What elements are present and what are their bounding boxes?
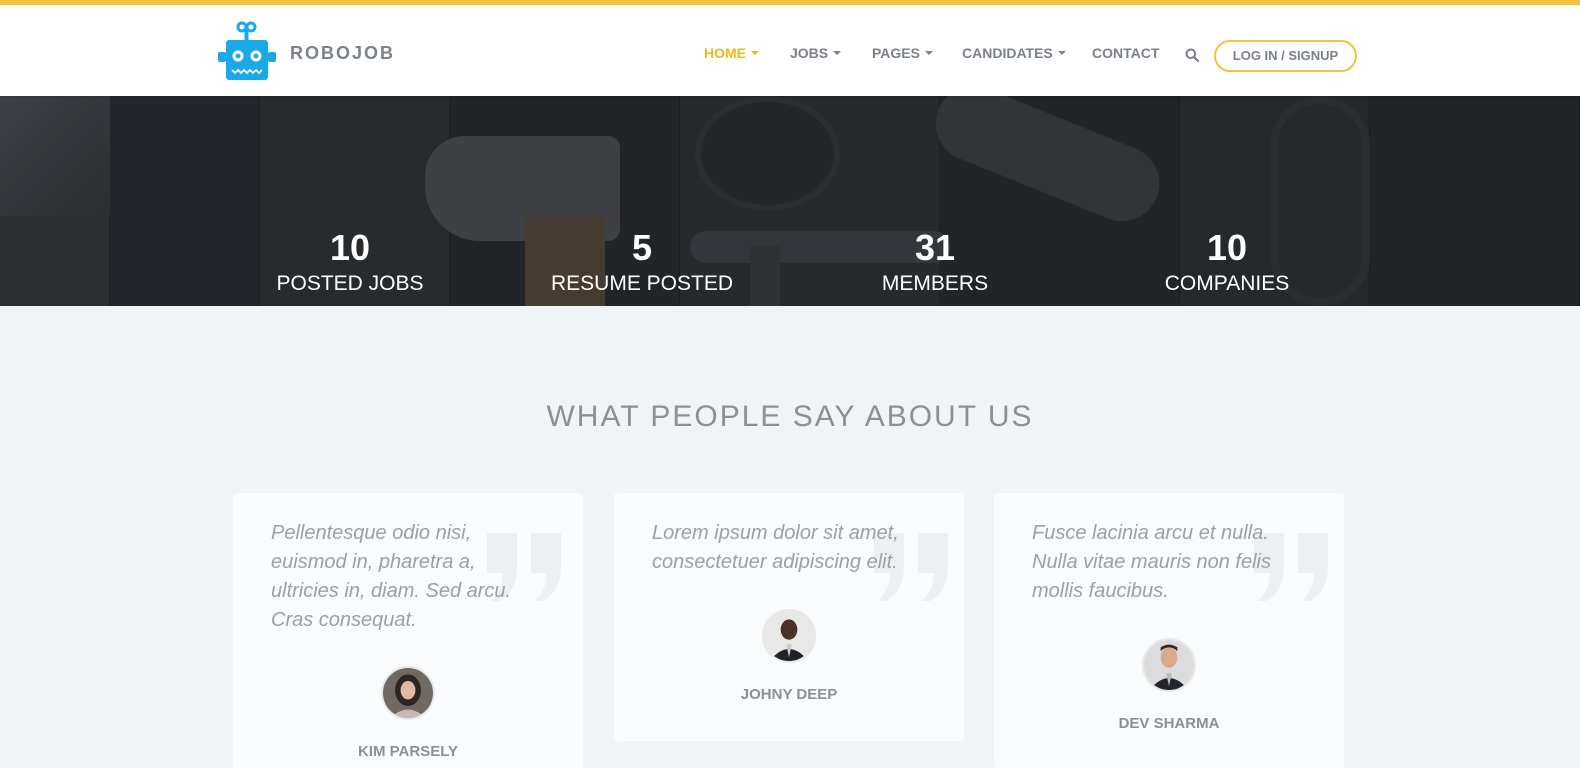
nav-item-pages-label: PAGES [872,45,920,61]
stat-value: 10 [329,227,371,268]
stat-value: 5 [631,227,653,268]
stat-label: MEMBERS [881,272,989,295]
testimonial-card: Pellentesque odio nisi, euismod in, phar… [233,493,583,768]
testimonial-quote: Fusce lacinia arcu et nulla. Nulla vitae… [1032,522,1271,602]
nav-item-home[interactable]: HOME [704,45,759,61]
stat-label: POSTED JOBS [276,272,424,295]
chevron-down-icon [751,51,759,56]
stats-banner: 10 POSTED JOBS 5 RESUME POSTED 31 MEMBER… [0,96,1580,306]
testimonial-card: Lorem ipsum dolor sit amet, consectetuer… [614,493,964,741]
chevron-down-icon [924,51,933,56]
stat-label: RESUME POSTED [550,272,734,295]
stat-members: 31 MEMBERS [825,226,1045,298]
person-name: KIM PARSELY [357,743,459,760]
nav-item-candidates-label: CANDIDATES [962,45,1053,61]
testimonial-quote: Pellentesque odio nisi, euismod in, phar… [271,522,512,631]
nav-item-contact-label: CONTACT [1092,45,1160,61]
nav-item-pages[interactable]: PAGES [872,45,933,61]
stat-value: 10 [1206,227,1248,268]
stat-posted-jobs: 10 POSTED JOBS [240,226,460,298]
search-icon[interactable] [1185,48,1199,62]
chevron-down-icon [833,51,842,56]
person-name: JOHNY DEEP [740,686,838,703]
testimonial-card: Fusce lacinia arcu et nulla. Nulla vitae… [994,493,1344,768]
avatar [762,609,816,663]
nav-item-home-label: HOME [704,45,746,61]
stat-value: 31 [914,227,956,268]
login-signup-button[interactable]: LOG IN / SIGNUP [1214,40,1357,72]
brand-name[interactable]: ROBOJOB [290,43,395,64]
testimonial-quote: Lorem ipsum dolor sit amet, consectetuer… [652,522,899,573]
nav-item-contact[interactable]: CONTACT [1092,45,1159,61]
stat-label: COMPANIES [1164,272,1290,295]
chevron-down-icon [1057,51,1066,56]
avatar [381,666,435,720]
site-header: ROBOJOB HOME JOBS PAGES CANDIDATES CONTA… [0,0,1580,96]
stat-companies: 10 COMPANIES [1117,226,1337,298]
nav-item-jobs-label: JOBS [790,45,829,61]
person-name: DEV SHARMA [1118,715,1220,732]
nav-item-candidates[interactable]: CANDIDATES [962,45,1066,61]
nav-item-jobs[interactable]: JOBS [790,45,842,61]
robot-icon[interactable] [218,21,276,85]
avatar [1142,638,1196,692]
section-title: WHAT PEOPLE SAY ABOUT US [546,400,1034,433]
stat-resume-posted: 5 RESUME POSTED [532,226,752,298]
